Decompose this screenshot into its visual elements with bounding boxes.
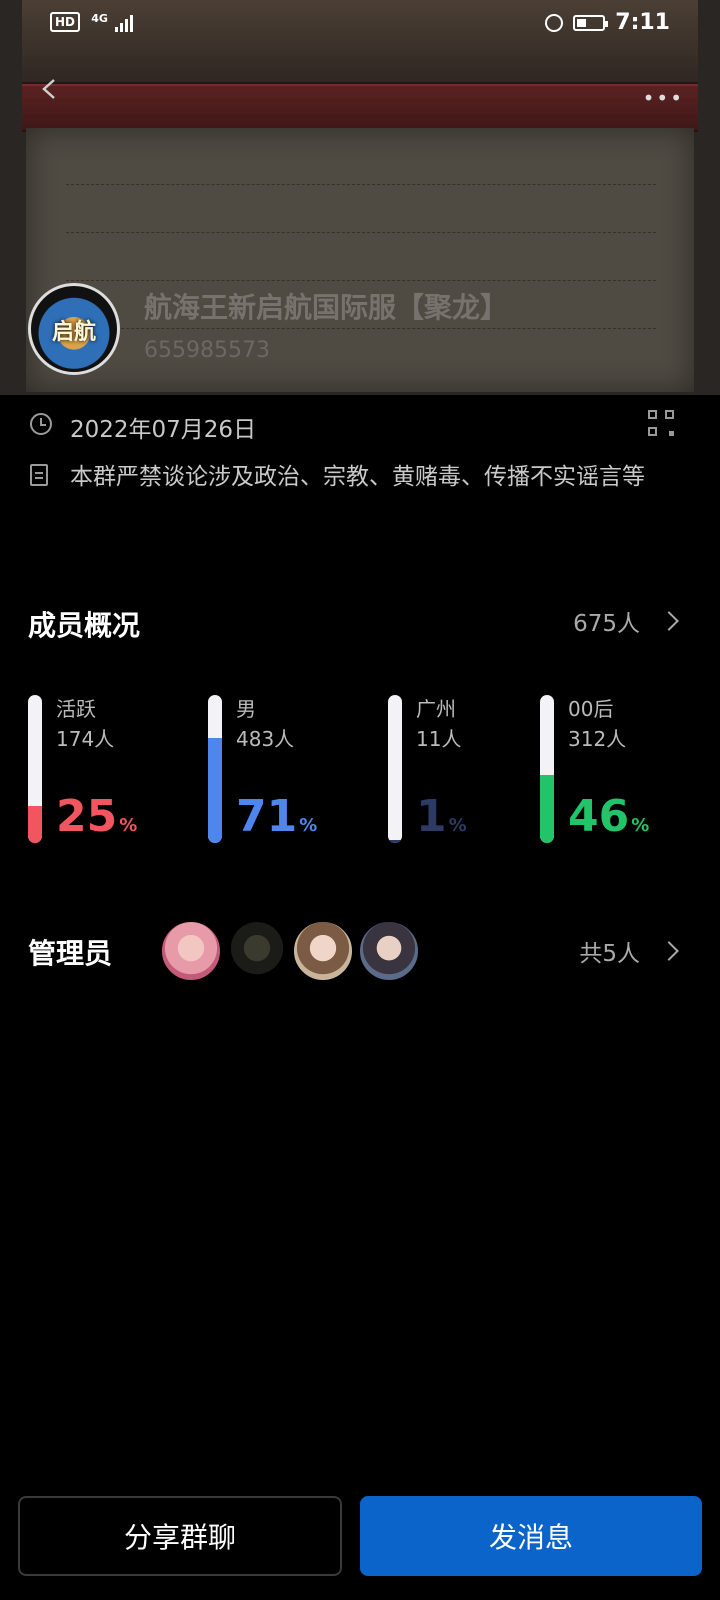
admins-title: 管理员 [28, 937, 113, 970]
stat-percent: 1% [416, 791, 467, 842]
stat-label: 广州 [416, 697, 456, 721]
group-notice: 本群严禁谈论涉及政治、宗教、黄赌毒、传播不实谣言等 [70, 464, 645, 490]
created-date: 2022年07月26日 [70, 417, 257, 443]
stat-percent: 71% [236, 791, 318, 842]
signal-icon [115, 14, 135, 32]
admins-total-link[interactable]: 共5人 [579, 934, 679, 968]
status-bar: HD 4G 7:11 [0, 0, 720, 48]
admin-avatar[interactable] [160, 920, 222, 982]
alarm-icon [545, 13, 564, 32]
group-name: 航海王新启航国际服【聚龙】 [144, 291, 509, 324]
group-avatar[interactable]: 启航 [28, 283, 120, 375]
status-left: HD 4G [50, 12, 135, 32]
stat-percent: 46% [568, 791, 650, 842]
members-title: 成员概况 [28, 609, 141, 642]
document-icon [30, 464, 48, 486]
header-ribbon [22, 84, 698, 132]
stat-label: 00后 [568, 697, 614, 721]
status-right: 7:11 [545, 10, 670, 35]
stat-bar [28, 695, 42, 843]
status-time: 7:11 [615, 10, 670, 35]
created-date-row: 2022年07月26日 [30, 410, 256, 444]
admins-total: 共5人 [579, 941, 640, 967]
header-paper [26, 128, 694, 392]
more-dots-icon[interactable]: ••• [643, 86, 684, 110]
admin-avatars[interactable] [160, 920, 424, 982]
back-arrow-icon[interactable] [38, 78, 60, 100]
admin-avatar[interactable] [358, 920, 420, 982]
members-total-link[interactable]: 675人 [573, 604, 679, 638]
stat-label: 男 [236, 697, 256, 721]
stat-bar [208, 695, 222, 843]
send-message-button[interactable]: 发消息 [360, 1496, 702, 1576]
group-header: HD 4G 7:11 ••• 启航 航海王新启航国际服【聚龙】 65598557… [0, 0, 720, 395]
avatar-logo-text: 启航 [51, 320, 96, 345]
stat-count: 11人 [416, 727, 462, 751]
chevron-right-icon [659, 611, 679, 631]
qr-code-icon[interactable] [648, 410, 674, 436]
stat-label: 活跃 [56, 697, 96, 721]
stat-count: 483人 [236, 727, 295, 751]
group-id: 655985573 [144, 338, 270, 363]
stat-bar [388, 695, 402, 843]
stat-count: 312人 [568, 727, 627, 751]
share-group-button[interactable]: 分享群聊 [18, 1496, 342, 1576]
stat-count: 174人 [56, 727, 115, 751]
members-total: 675人 [573, 611, 640, 637]
hd-badge: HD [50, 12, 81, 32]
admin-avatar[interactable] [292, 920, 354, 982]
battery-icon [573, 14, 609, 31]
notice-row: 本群严禁谈论涉及政治、宗教、黄赌毒、传播不实谣言等 [30, 460, 670, 494]
network-type: 4G [91, 12, 108, 25]
chevron-right-icon [659, 941, 679, 961]
clock-icon [30, 413, 52, 435]
stat-percent: 25% [56, 791, 138, 842]
admin-avatar[interactable] [226, 920, 288, 982]
stat-bar [540, 695, 554, 843]
